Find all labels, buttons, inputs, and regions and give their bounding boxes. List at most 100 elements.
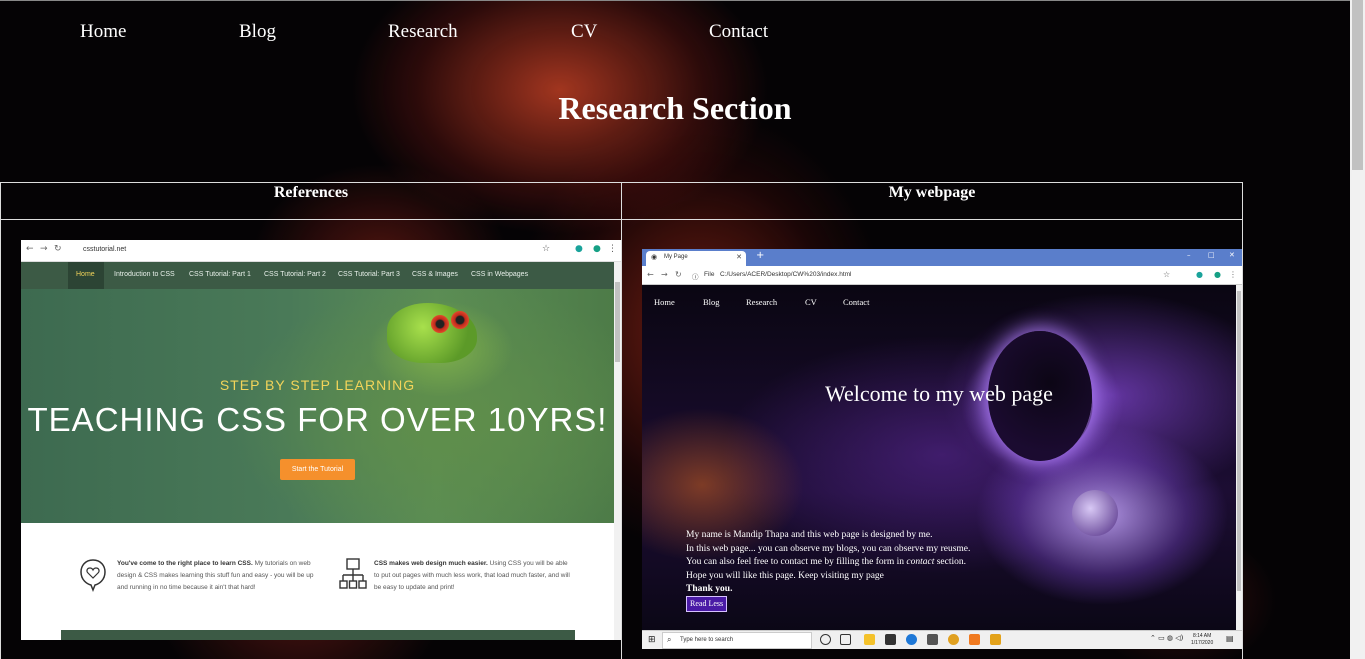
webpage-address-bar: ← → ↻ ⓘ File C:/Users/ACER/Desktop/CW%20… (642, 266, 1242, 285)
nav-home[interactable]: Home (80, 21, 126, 43)
frog-eye-left (431, 315, 449, 333)
nav-research[interactable]: Research (388, 21, 458, 43)
reload-icon: ↻ (54, 244, 62, 254)
browser-tab: ◉ My Page ✕ (646, 251, 746, 266)
system-tray-icons: ⌃ ▭ ◍ ◁) (1150, 634, 1184, 642)
profile-avatar-icon: ● (593, 244, 601, 254)
webpage-scroll-thumb (1237, 291, 1241, 591)
nav-blog[interactable]: Blog (239, 21, 276, 43)
ref-nav-part3: CSS Tutorial: Part 3 (338, 271, 400, 278)
search-icon: ⌕ (667, 635, 672, 644)
menu-icon: ⋮ (1229, 270, 1237, 279)
reference-scroll-thumb (615, 282, 620, 362)
app-icon-orange (969, 634, 980, 645)
feature-1-bold: You've come to the right place to learn … (117, 560, 253, 567)
bio-text: My name is Mandip Thapa and this web pag… (686, 529, 1026, 597)
windows-taskbar: ⊞ ⌕ Type here to search ⌃ ▭ ◍ ◁) 8:14 AM… (642, 630, 1242, 649)
browser-tab-bar: ◉ My Page ✕ + – □ ✕ (642, 249, 1242, 266)
task-view-icon (840, 634, 851, 645)
reference-screenshot: ← → ↻ csstutorial.net ☆ ● ● ⋮ Home Intro… (21, 240, 621, 640)
webpage-url: C:/Users/ACER/Desktop/CW%203/index.html (720, 271, 852, 278)
clock-time: 8:14 AM (1192, 633, 1212, 639)
ref-nav-images: CSS & Images (412, 271, 458, 278)
file-info-icon: ⓘ (692, 274, 699, 281)
profile-avatar-icon: ● (1214, 270, 1221, 279)
feature-2-bold: CSS makes web design much easier. (374, 560, 488, 567)
bio-thank-you: Thank you. (686, 584, 733, 594)
cortana-icon (820, 634, 831, 645)
feature-2-text: CSS makes web design much easier. Using … (374, 558, 574, 594)
mail-icon (927, 634, 938, 645)
bio-line-3: You can also feel free to contact me by … (686, 556, 1026, 570)
bio-line-2: In this web page... you can observe my b… (686, 543, 971, 554)
start-tutorial-button: Start the Tutorial (280, 459, 355, 480)
star-icon: ☆ (1163, 270, 1171, 279)
page-title: Research Section (558, 90, 792, 126)
window-close-icon: ✕ (1229, 251, 1235, 259)
chrome-icon (948, 634, 959, 645)
heart-chat-icon (80, 559, 106, 592)
tab-title: My Page (664, 254, 688, 260)
edge-icon (906, 634, 917, 645)
inner-nav-research: Research (746, 297, 778, 307)
back-icon: ← (26, 244, 34, 254)
inner-nav-cv: CV (805, 297, 817, 307)
webpage-screenshot: ◉ My Page ✕ + – □ ✕ ← → ↻ ⓘ File C:/User… (642, 249, 1242, 649)
inner-nav-contact: Contact (843, 297, 870, 307)
ref-nav-intro: Introduction to CSS (114, 271, 175, 278)
menu-icon: ⋮ (608, 244, 617, 254)
reference-url: csstutorial.net (83, 246, 127, 253)
reference-footer-bar (61, 630, 575, 640)
tab-favicon-icon: ◉ (651, 253, 658, 261)
back-icon: ← (647, 270, 654, 279)
header-references: References (273, 184, 349, 201)
extension-icon: ● (1196, 270, 1203, 279)
main-nav: Home Blog Research CV Contact (0, 0, 1350, 62)
webpage-content: Home Blog Research CV Contact Welcome to… (642, 285, 1236, 630)
new-tab-icon: + (756, 250, 765, 261)
url-prefix: File (704, 271, 715, 278)
ref-nav-part2: CSS Tutorial: Part 2 (264, 271, 326, 278)
column-divider (621, 183, 622, 659)
inner-nav-blog: Blog (703, 297, 720, 307)
header-my-webpage: My webpage (888, 184, 976, 201)
scrollbar-thumb[interactable] (1352, 0, 1363, 170)
bio-line-1: My name is Mandip Thapa and this web pag… (686, 530, 933, 540)
inner-nav-home: Home (654, 297, 675, 307)
taskbar-search: ⌕ Type here to search (662, 632, 812, 649)
tab-close-icon: ✕ (736, 254, 742, 261)
reload-icon: ↻ (675, 270, 682, 279)
nav-contact[interactable]: Contact (709, 21, 768, 43)
welcome-heading: Welcome to my web page (825, 381, 1053, 406)
file-explorer-icon (864, 634, 875, 645)
webpage-scrollbar (1236, 285, 1242, 630)
taskbar-search-text: Type here to search (680, 637, 734, 643)
bio-contact-word: contact (906, 557, 935, 567)
minimize-icon: – (1187, 251, 1191, 259)
ref-nav-part1: CSS Tutorial: Part 1 (189, 271, 251, 278)
forward-icon: → (661, 270, 668, 279)
bio-line-3-end: section. (934, 557, 967, 567)
frog-eye-right (451, 311, 469, 329)
frog-image (387, 303, 477, 363)
reference-scrollbar (614, 262, 621, 640)
sublime-icon (990, 634, 1001, 645)
ref-nav-home: Home (76, 271, 95, 278)
forward-icon: → (40, 244, 48, 254)
maximize-icon: □ (1208, 251, 1215, 259)
bio-line-3-start: You can also feel free to contact me by … (686, 557, 907, 567)
taskbar-clock: 8:14 AM 1/17/2020 (1191, 633, 1213, 647)
page-scrollbar[interactable] (1350, 0, 1365, 659)
nav-cv[interactable]: CV (571, 21, 597, 43)
star-icon: ☆ (542, 244, 551, 254)
windows-start-icon: ⊞ (648, 635, 656, 645)
bio-line-4: Hope you will like this page. Keep visit… (686, 570, 884, 581)
read-less-button: Read Less (686, 596, 728, 612)
feature-1-text: You've come to the right place to learn … (117, 558, 317, 594)
small-planet (1072, 490, 1118, 536)
notification-icon: ▤ (1226, 634, 1234, 643)
browser-address-bar: ← → ↻ csstutorial.net ☆ ● ● ⋮ (21, 240, 621, 262)
reference-site-nav: Home Introduction to CSS CSS Tutorial: P… (21, 262, 614, 289)
reference-hero: STEP BY STEP LEARNING TEACHING CSS FOR O… (21, 289, 614, 523)
ref-nav-webpages: CSS in Webpages (471, 271, 529, 278)
